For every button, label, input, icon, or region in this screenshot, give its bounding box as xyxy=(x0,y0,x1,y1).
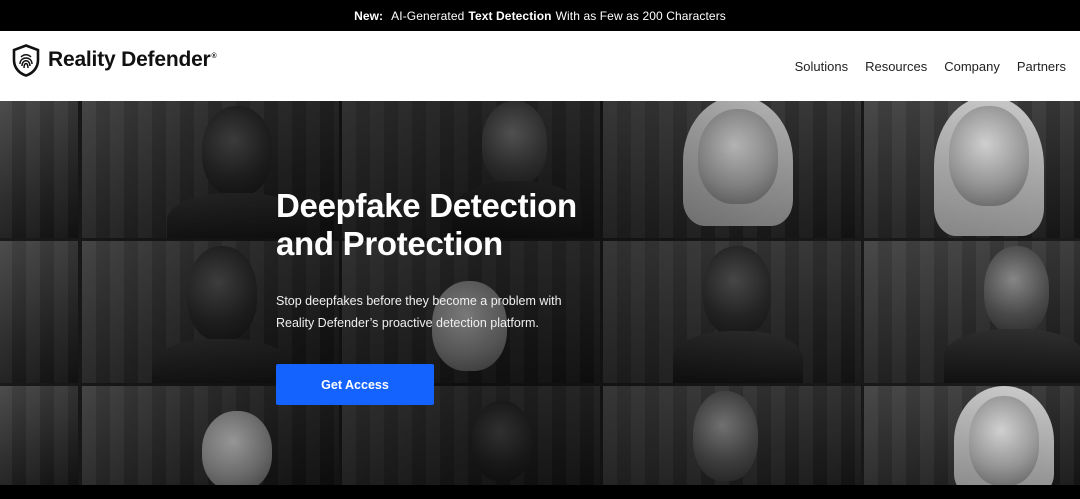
announcement-prefix: New: xyxy=(354,8,384,23)
announcement-text-after: With as Few as 200 Characters xyxy=(555,8,726,23)
hero-title-line2: and Protection xyxy=(276,225,503,262)
announcement-highlight: Text Detection xyxy=(468,8,552,23)
section-divider xyxy=(0,485,1080,499)
hero-subtitle: Stop deepfakes before they become a prob… xyxy=(276,294,562,330)
brand-logo-link[interactable]: Reality Defender® xyxy=(12,43,217,77)
announcement-bar[interactable]: New: AI-Generated Text Detection With as… xyxy=(0,0,1080,31)
shield-fingerprint-icon xyxy=(12,43,40,77)
nav-item-partners[interactable]: Partners xyxy=(1017,59,1066,74)
hero-title-line1: Deepfake Detection xyxy=(276,187,577,224)
registered-mark: ® xyxy=(211,53,217,60)
get-access-button[interactable]: Get Access xyxy=(276,364,434,405)
hero-content: Deepfake Detection and Protection Stop d… xyxy=(276,187,616,405)
announcement-text-before: AI-Generated xyxy=(391,8,465,23)
hero-section: Deepfake Detection and Protection Stop d… xyxy=(0,101,1080,485)
nav-item-resources[interactable]: Resources xyxy=(865,59,927,74)
main-navigation: Reality Defender® Solutions Resources Co… xyxy=(0,31,1080,101)
nav-menu: Solutions Resources Company Partners xyxy=(795,59,1066,74)
hero-title: Deepfake Detection and Protection xyxy=(276,187,616,263)
brand-name: Reality Defender® xyxy=(48,48,217,71)
nav-item-solutions[interactable]: Solutions xyxy=(795,59,848,74)
nav-item-company[interactable]: Company xyxy=(944,59,1000,74)
